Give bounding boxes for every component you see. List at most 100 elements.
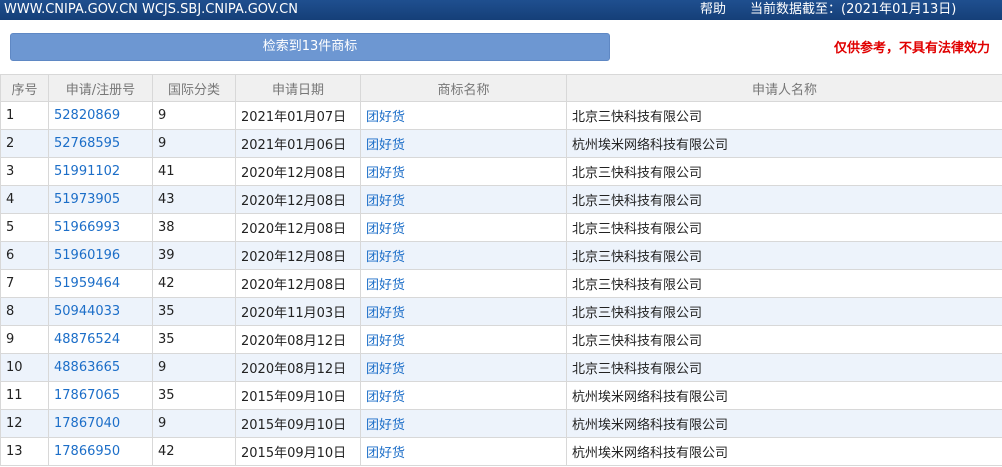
row-no: 7 bbox=[0, 269, 49, 298]
table-row: 1 52820869 9 2021年01月07日 团好货 北京三快科技有限公司 bbox=[0, 101, 1002, 130]
reg-no-link[interactable]: 52820869 bbox=[48, 101, 153, 130]
reg-no-link[interactable]: 51960196 bbox=[48, 241, 153, 270]
date-cell: 2020年11月03日 bbox=[235, 297, 361, 326]
reg-no-link[interactable]: 51966993 bbox=[48, 213, 153, 242]
row-no: 4 bbox=[0, 185, 49, 214]
date-cell: 2021年01月07日 bbox=[235, 101, 361, 130]
mark-name-link[interactable]: 团好货 bbox=[360, 325, 567, 354]
row-no: 9 bbox=[0, 325, 49, 354]
applicant-cell: 北京三快科技有限公司 bbox=[566, 269, 1002, 298]
mark-name-link[interactable]: 团好货 bbox=[360, 129, 567, 158]
class-cell: 42 bbox=[152, 269, 236, 298]
reg-no-link[interactable]: 52768595 bbox=[48, 129, 153, 158]
table-row: 4 51973905 43 2020年12月08日 团好货 北京三快科技有限公司 bbox=[0, 185, 1002, 214]
applicant-cell: 北京三快科技有限公司 bbox=[566, 241, 1002, 270]
applicant-cell: 北京三快科技有限公司 bbox=[566, 325, 1002, 354]
applicant-cell: 北京三快科技有限公司 bbox=[566, 101, 1002, 130]
mark-name-link[interactable]: 团好货 bbox=[360, 157, 567, 186]
applicant-cell: 北京三快科技有限公司 bbox=[566, 213, 1002, 242]
row-no: 6 bbox=[0, 241, 49, 270]
reg-no-link[interactable]: 17867065 bbox=[48, 381, 153, 410]
reg-no-link[interactable]: 51973905 bbox=[48, 185, 153, 214]
class-cell: 43 bbox=[152, 185, 236, 214]
class-cell: 9 bbox=[152, 409, 236, 438]
class-cell: 9 bbox=[152, 129, 236, 158]
table-header-row: 序号 申请/注册号 国际分类 申请日期 商标名称 申请人名称 bbox=[0, 74, 1002, 102]
date-cell: 2021年01月06日 bbox=[235, 129, 361, 158]
reg-no-link[interactable]: 48876524 bbox=[48, 325, 153, 354]
top-bar: WWW.CNIPA.GOV.CN WCJS.SBJ.CNIPA.GOV.CN 帮… bbox=[0, 0, 1002, 20]
mark-name-link[interactable]: 团好货 bbox=[360, 409, 567, 438]
table-row: 10 48863665 9 2020年08月12日 团好货 北京三快科技有限公司 bbox=[0, 353, 1002, 382]
row-no: 12 bbox=[0, 409, 49, 438]
col-header-applicant: 申请人名称 bbox=[566, 74, 1002, 102]
date-cell: 2020年08月12日 bbox=[235, 353, 361, 382]
table-row: 12 17867040 9 2015年09月10日 团好货 杭州埃米网络科技有限公司 bbox=[0, 409, 1002, 438]
row-no: 3 bbox=[0, 157, 49, 186]
row-no: 1 bbox=[0, 101, 49, 130]
applicant-cell: 杭州埃米网络科技有限公司 bbox=[566, 409, 1002, 438]
class-cell: 38 bbox=[152, 213, 236, 242]
class-cell: 35 bbox=[152, 297, 236, 326]
help-link[interactable]: 帮助 bbox=[700, 0, 726, 20]
date-cell: 2015年09月10日 bbox=[235, 437, 361, 466]
row-no: 8 bbox=[0, 297, 49, 326]
table-row: 9 48876524 35 2020年08月12日 团好货 北京三快科技有限公司 bbox=[0, 325, 1002, 354]
trademark-results-table: 序号 申请/注册号 国际分类 申请日期 商标名称 申请人名称 1 52820869… bbox=[0, 74, 1002, 466]
mark-name-link[interactable]: 团好货 bbox=[360, 297, 567, 326]
mark-name-link[interactable]: 团好货 bbox=[360, 241, 567, 270]
reg-no-link[interactable]: 17867040 bbox=[48, 409, 153, 438]
mark-name-link[interactable]: 团好货 bbox=[360, 185, 567, 214]
applicant-cell: 杭州埃米网络科技有限公司 bbox=[566, 129, 1002, 158]
table-row: 7 51959464 42 2020年12月08日 团好货 北京三快科技有限公司 bbox=[0, 269, 1002, 298]
table-row: 11 17867065 35 2015年09月10日 团好货 杭州埃米网络科技有限公司 bbox=[0, 381, 1002, 410]
reg-no-link[interactable]: 51959464 bbox=[48, 269, 153, 298]
date-cell: 2020年12月08日 bbox=[235, 241, 361, 270]
class-cell: 41 bbox=[152, 157, 236, 186]
mark-name-link[interactable]: 团好货 bbox=[360, 213, 567, 242]
mark-name-link[interactable]: 团好货 bbox=[360, 437, 567, 466]
applicant-cell: 北京三快科技有限公司 bbox=[566, 297, 1002, 326]
class-cell: 42 bbox=[152, 437, 236, 466]
class-cell: 39 bbox=[152, 241, 236, 270]
col-header-mark: 商标名称 bbox=[360, 74, 567, 102]
class-cell: 9 bbox=[152, 101, 236, 130]
table-row: 2 52768595 9 2021年01月06日 团好货 杭州埃米网络科技有限公司 bbox=[0, 129, 1002, 158]
class-cell: 9 bbox=[152, 353, 236, 382]
table-row: 6 51960196 39 2020年12月08日 团好货 北京三快科技有限公司 bbox=[0, 241, 1002, 270]
date-cell: 2020年08月12日 bbox=[235, 325, 361, 354]
class-cell: 35 bbox=[152, 381, 236, 410]
applicant-cell: 杭州埃米网络科技有限公司 bbox=[566, 437, 1002, 466]
data-date: 当前数据截至：(2021年01月13日) bbox=[750, 2, 957, 17]
date-cell: 2015年09月10日 bbox=[235, 381, 361, 410]
applicant-cell: 北京三快科技有限公司 bbox=[566, 353, 1002, 382]
result-count-button[interactable]: 检索到13件商标 bbox=[10, 33, 610, 61]
row-no: 2 bbox=[0, 129, 49, 158]
row-no: 13 bbox=[0, 437, 49, 466]
mark-name-link[interactable]: 团好货 bbox=[360, 269, 567, 298]
col-header-reg-no: 申请/注册号 bbox=[48, 74, 153, 102]
reg-no-link[interactable]: 17866950 bbox=[48, 437, 153, 466]
site-urls: WWW.CNIPA.GOV.CN WCJS.SBJ.CNIPA.GOV.CN bbox=[4, 2, 298, 17]
date-cell: 2015年09月10日 bbox=[235, 409, 361, 438]
table-row: 8 50944033 35 2020年11月03日 团好货 北京三快科技有限公司 bbox=[0, 297, 1002, 326]
row-no: 5 bbox=[0, 213, 49, 242]
date-cell: 2020年12月08日 bbox=[235, 213, 361, 242]
reg-no-link[interactable]: 50944033 bbox=[48, 297, 153, 326]
date-cell: 2020年12月08日 bbox=[235, 185, 361, 214]
col-header-class: 国际分类 bbox=[152, 74, 236, 102]
col-header-date: 申请日期 bbox=[235, 74, 361, 102]
result-toolbar: 检索到13件商标 仅供参考，不具有法律效力 bbox=[0, 20, 1002, 72]
mark-name-link[interactable]: 团好货 bbox=[360, 353, 567, 382]
mark-name-link[interactable]: 团好货 bbox=[360, 101, 567, 130]
date-cell: 2020年12月08日 bbox=[235, 269, 361, 298]
applicant-cell: 北京三快科技有限公司 bbox=[566, 185, 1002, 214]
table-row: 13 17866950 42 2015年09月10日 团好货 杭州埃米网络科技有限公司 bbox=[0, 437, 1002, 466]
table-row: 5 51966993 38 2020年12月08日 团好货 北京三快科技有限公司 bbox=[0, 213, 1002, 242]
applicant-cell: 杭州埃米网络科技有限公司 bbox=[566, 381, 1002, 410]
reg-no-link[interactable]: 48863665 bbox=[48, 353, 153, 382]
mark-name-link[interactable]: 团好货 bbox=[360, 381, 567, 410]
date-cell: 2020年12月08日 bbox=[235, 157, 361, 186]
reg-no-link[interactable]: 51991102 bbox=[48, 157, 153, 186]
class-cell: 35 bbox=[152, 325, 236, 354]
